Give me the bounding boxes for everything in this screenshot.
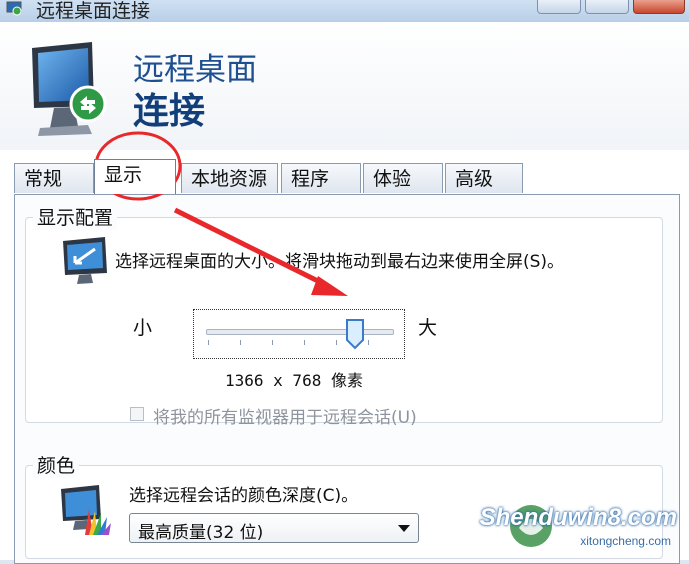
watermark-main-text: Shenduwin8.com [479,504,677,531]
color-depth-selected-value: 最高质量(32 位) [138,523,264,543]
multi-monitor-label: 将我的所有监视器用于远程会话(U) [153,408,417,428]
close-button[interactable] [633,0,685,14]
color-depth-monitor-icon [61,485,111,535]
multi-monitor-checkbox[interactable] [130,407,144,421]
display-monitor-icon [63,237,107,284]
maximize-button[interactable] [585,0,629,14]
slider-tick [304,340,305,345]
color-depth-select[interactable]: 最高质量(32 位) [129,513,419,543]
dialog-header: 远程桌面 连接 [0,22,689,150]
slider-thumb[interactable] [345,318,365,350]
slider-track[interactable] [206,329,394,335]
title-bar: 远程桌面连接 [0,0,689,23]
display-size-description: 选择远程桌面的大小。将滑块拖动到最右边来使用全屏(S)。 [115,252,565,272]
display-size-slider[interactable] [193,309,405,359]
color-depth-description: 选择远程会话的颜色深度(C)。 [129,486,359,506]
minimize-button[interactable] [537,0,581,14]
header-title-line2: 连接 [133,91,206,132]
tab-display[interactable]: 显示 [94,159,176,194]
slider-tick [368,340,369,345]
site-watermark: Shenduwin8.com xitongcheng.com [480,496,683,558]
slider-tick [272,340,273,345]
tab-advanced[interactable]: 高级 [445,163,523,193]
tab-local-resources[interactable]: 本地资源 [181,163,278,193]
dialog-body: 远程桌面 连接 常规 显示 本地资源 程序 体验 高级 显示配置 选择远程桌面的… [0,22,689,564]
slider-tick [336,340,337,345]
window-title: 远程桌面连接 [36,0,151,22]
remote-desktop-monitor-icon [32,42,107,136]
tab-experience[interactable]: 体验 [363,163,443,193]
tab-general[interactable]: 常规 [14,163,94,193]
resolution-readout: 1366 x 768 像素 [225,371,363,390]
slider-tick [240,340,241,345]
display-config-title: 显示配置 [33,203,118,230]
watermark-sub-text: xitongcheng.com [580,534,671,548]
slider-min-label: 小 [133,317,153,339]
colors-group-title: 颜色 [33,451,80,478]
slider-max-label: 大 [418,317,438,339]
slider-tick [208,340,209,345]
tab-programs[interactable]: 程序 [281,163,361,193]
window-controls [533,0,685,14]
remote-desktop-app-icon [6,1,22,16]
chevron-down-icon [398,525,410,532]
